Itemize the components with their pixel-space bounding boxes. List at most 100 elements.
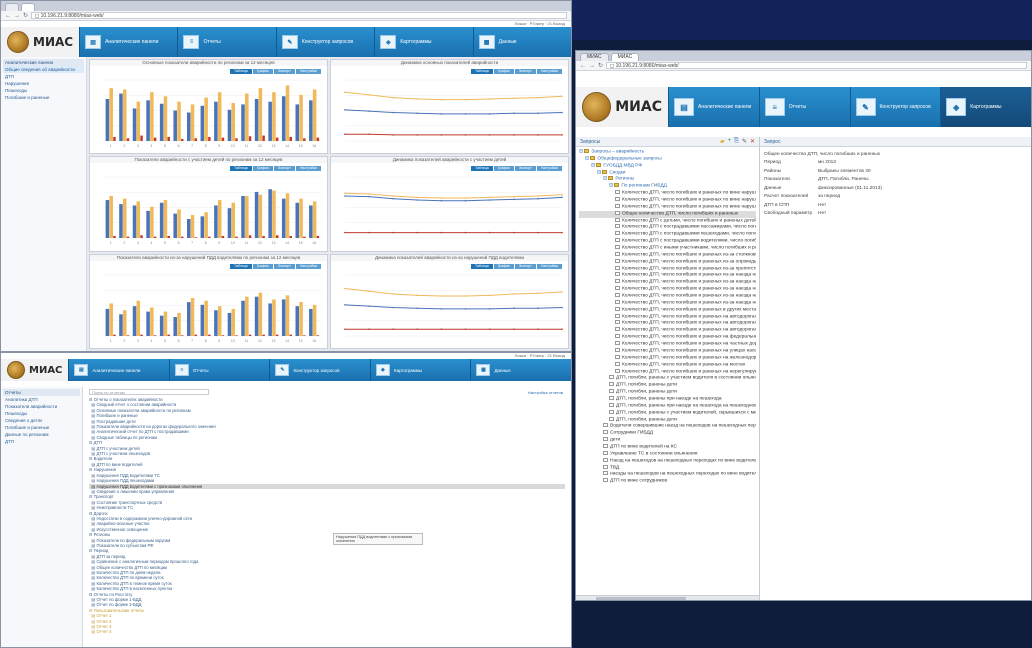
panel-button[interactable]: Настройки [536, 263, 562, 269]
query-tree-node[interactable]: ⊟ ГУОБДД МВД РФ [579, 162, 756, 170]
query-tree-node[interactable]: Наезд на пешеходов на пешеходных переход… [579, 457, 756, 465]
query-tree-node[interactable]: Количество ДТП, число погибших и раненых… [579, 272, 756, 279]
report-search-input[interactable]: Поиск по отчетам [89, 389, 209, 395]
nav-analytics[interactable]: ▤ Аналитические панели [668, 87, 759, 127]
nav-reports[interactable]: ≡ Отчеты [177, 27, 276, 57]
query-tree-node[interactable]: Количество ДТП, число погибших и раненых… [579, 327, 756, 334]
query-tree-node[interactable]: Количество ДТП, число погибших и раненых… [579, 251, 756, 259]
nav-constructor[interactable]: ✎ Конструктор запросов [275, 27, 375, 57]
query-tree-node[interactable]: Количество ДТП, число погибших и раненых… [579, 279, 756, 286]
panel-button[interactable]: График [493, 166, 514, 172]
browser-tab[interactable]: МИАС [580, 53, 609, 61]
nav-analytics[interactable]: ▤ Аналитические панели [79, 27, 178, 57]
copy-icon[interactable]: ⎘ [734, 138, 739, 145]
query-tree-node[interactable]: ⊟ Регионы [579, 176, 756, 183]
query-tree-node[interactable]: ДТП, погибли, ранены дети [579, 382, 756, 389]
panel-button[interactable]: Экспорт [514, 166, 536, 172]
query-tree-node[interactable]: ДТП, погибли, ранены дети [579, 416, 756, 424]
panel-button[interactable]: График [252, 263, 273, 269]
browser-tab-active[interactable]: МИАС [610, 53, 640, 61]
panel-button[interactable]: Экспорт [273, 166, 295, 172]
query-tree-node[interactable]: Количество ДТП, число погибших и раненых… [579, 299, 756, 307]
panel-button[interactable]: График [252, 166, 273, 172]
query-tree-node[interactable]: ДТП, погибли, ранены с участием водителя… [579, 375, 756, 382]
panel-button[interactable]: Таблица [470, 69, 493, 74]
panel-button[interactable]: Настройки [295, 166, 321, 172]
nav-analytics[interactable]: ▤ Аналитические панели [68, 359, 169, 381]
query-tree-node[interactable]: ДТП, погибли, ранены при наезде на пешех… [579, 402, 756, 410]
browser-tab-active[interactable] [21, 3, 35, 11]
query-tree-node[interactable]: Количество ДТП, число погибших и раненых… [579, 197, 756, 204]
back-icon[interactable]: ← [5, 13, 11, 19]
query-tree-node[interactable]: Количество ДТП с детьми, число погибших … [579, 217, 756, 225]
query-tree-node[interactable]: наезды на пешеходов на пешеходных перехо… [579, 471, 756, 478]
query-tree-node[interactable]: ⊟ Общефедеральные запросы [579, 155, 756, 163]
report-settings-link[interactable]: Настройка отчетов [528, 390, 563, 395]
brand[interactable]: МИАС [1, 359, 69, 381]
query-tree-node[interactable]: ДТП, погибли, ранены дети [579, 389, 756, 396]
folder-add-icon[interactable]: ▰ [720, 138, 725, 145]
panel-button[interactable]: Экспорт [273, 263, 295, 269]
query-tree-node[interactable]: ⊟ По регионам ГИБДД [579, 183, 756, 190]
sidebar-item[interactable]: Погибшие и раненые [3, 94, 84, 101]
sidebar-item[interactable]: Данные по регионам [3, 431, 80, 438]
nav-reports[interactable]: ≡ Отчеты [758, 87, 850, 127]
panel-button[interactable]: Экспорт [514, 69, 536, 74]
nav-cartograms[interactable]: ◈ Картограммы [940, 87, 1031, 127]
query-tree-node[interactable]: Количество ДТП, число погибших и раненых… [579, 265, 756, 273]
query-tree-node[interactable]: Количество ДТП, число погибших и раненых… [579, 286, 756, 293]
sidebar-item[interactable]: Пешеходы [3, 87, 84, 94]
query-tree-node[interactable]: Количество ДТП с иными участниками, числ… [579, 245, 756, 252]
sidebar-item[interactable]: Общие сведения об аварийности [3, 66, 84, 73]
brand[interactable]: МИАС [576, 87, 668, 127]
panel-button[interactable]: Таблица [470, 263, 493, 269]
nav-cartograms[interactable]: ◈ Картограммы [369, 359, 471, 381]
query-tree-node[interactable]: ДТП по вине водителей на КС [579, 443, 756, 451]
sidebar-item[interactable]: Пешеходы [3, 410, 80, 417]
nav-constructor[interactable]: ✎ Конструктор запросов [849, 87, 941, 127]
nav-data[interactable]: ▦ Данные [470, 359, 571, 381]
sidebar-item[interactable]: Аналитика ДТП [3, 396, 80, 403]
scrollbar-thumb[interactable] [596, 597, 686, 600]
query-tree-node[interactable]: Количество ДТП, число погибших и раненых… [579, 306, 756, 314]
panel-button[interactable]: Таблица [470, 166, 493, 172]
delete-icon[interactable]: ✕ [750, 138, 755, 145]
query-tree-node[interactable]: Количество ДТП, число погибших и раненых… [579, 203, 756, 211]
nav-data[interactable]: ▦ Данные [472, 27, 571, 57]
sidebar-item[interactable]: Показатели аварийности [3, 403, 80, 410]
sidebar-item[interactable]: Сведения о детях [3, 417, 80, 424]
panel-button[interactable]: Экспорт [514, 263, 536, 269]
panel-button[interactable]: Настройки [295, 69, 321, 74]
query-tree-node[interactable]: Управление ТС в состоянии опьянения [579, 450, 756, 458]
query-tree-node[interactable]: Количество ДТП с пострадавшими пассажира… [579, 224, 756, 231]
sidebar-item[interactable]: Нарушения [3, 80, 84, 87]
query-tree-node[interactable]: Количество ДТП, число погибших и раненых… [579, 258, 756, 266]
query-tree-node[interactable]: Количество ДТП, число погибших и раненых… [579, 313, 756, 321]
edit-icon[interactable]: ✎ [742, 138, 747, 145]
panel-button[interactable]: Экспорт [273, 69, 295, 74]
tree-item[interactable]: ▤ Отчет 4 [89, 629, 565, 634]
panel-button[interactable]: График [493, 69, 514, 74]
sidebar-item[interactable]: Погибшие и раненые [3, 424, 80, 431]
query-tree-node[interactable]: Количество ДТП, число погибших и раненых… [579, 190, 756, 197]
query-tree-node[interactable]: Количество ДТП, число погибших и раненых… [579, 354, 756, 362]
panel-button[interactable]: График [493, 263, 514, 269]
sidebar-item[interactable]: ДТП [3, 73, 84, 80]
query-tree-node[interactable]: ДТП, погибли, ранены при наезде на пешех… [579, 395, 756, 403]
panel-button[interactable]: Настройки [536, 69, 562, 74]
reload-icon[interactable]: ↻ [598, 62, 603, 69]
query-tree-node[interactable]: Количество ДТП, число погибших и раненых… [579, 334, 756, 341]
add-icon[interactable]: + [728, 138, 732, 145]
query-tree-node[interactable]: Количество ДТП, число погибших и раненых… [579, 347, 756, 355]
nav-reports[interactable]: ≡ Отчеты [168, 359, 270, 381]
query-tree-node[interactable]: ТВД [579, 464, 756, 472]
panel-button[interactable]: Настройки [295, 263, 321, 269]
query-tree-node[interactable]: Водители совершившие наезд на пешеходов … [579, 423, 756, 430]
query-tree-node[interactable]: ⊟ Запросы – аварийность [579, 149, 756, 156]
query-tree-node[interactable]: Количество ДТП с пострадавшими водителям… [579, 238, 756, 245]
back-icon[interactable]: ← [580, 63, 586, 69]
panel-button[interactable]: Таблица [229, 69, 252, 74]
query-tree-node[interactable]: Количество ДТП с пострадавшими пешеходам… [579, 231, 756, 238]
panel-button[interactable]: Таблица [229, 166, 252, 172]
query-tree-node[interactable]: Сотрудники ГИБДД [579, 430, 756, 437]
